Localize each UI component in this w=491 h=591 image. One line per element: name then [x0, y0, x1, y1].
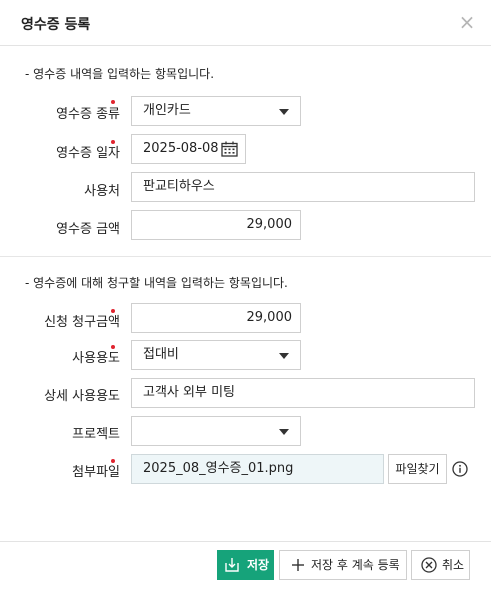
receipt-type-label: 영수증 종류 — [56, 107, 120, 122]
cancel-button-label: 취소 — [442, 558, 465, 572]
plus-icon — [292, 559, 304, 571]
attachment-label: 첨부파일 — [72, 465, 120, 480]
required-dot — [111, 140, 115, 144]
receipt-date-value: 2025-08-08 — [143, 141, 219, 156]
save-and-continue-label: 저장 후 계속 등록 — [311, 558, 400, 572]
required-dot — [111, 345, 115, 349]
close-icon[interactable]: × — [457, 12, 477, 32]
chevron-down-icon — [279, 353, 289, 359]
save-download-icon — [225, 558, 239, 572]
save-and-continue-button[interactable]: 저장 후 계속 등록 — [279, 550, 407, 580]
receipt-date-label: 영수증 일자 — [56, 146, 120, 161]
receipt-type-select[interactable]: 개인카드 — [131, 96, 301, 126]
calendar-icon[interactable] — [221, 141, 238, 157]
footer-divider — [0, 541, 491, 542]
save-button[interactable]: 저장 — [217, 550, 274, 580]
dialog-header: 영수증 등록 × — [0, 0, 491, 46]
merchant-label: 사용처 — [84, 184, 120, 199]
cancel-button[interactable]: 취소 — [411, 550, 470, 580]
usage-detail-label: 상세 사용용도 — [44, 389, 120, 404]
cancel-circle-icon — [421, 557, 437, 573]
dialog-title: 영수증 등록 — [21, 17, 91, 33]
merchant-input[interactable]: 판교티하우스 — [131, 172, 475, 202]
receipt-register-dialog: 영수증 등록 × - 영수증 내역을 입력하는 항목입니다. 영수증 종류 개인… — [0, 0, 491, 591]
chevron-down-icon — [279, 109, 289, 115]
chevron-down-icon — [279, 429, 289, 435]
section1-note: - 영수증 내역을 입력하는 항목입니다. — [25, 67, 215, 81]
claim-amount-input[interactable]: 29,000 — [131, 303, 301, 333]
required-dot — [111, 459, 115, 463]
section2-note: - 영수증에 대해 청구할 내역을 입력하는 항목입니다. — [25, 276, 288, 290]
required-dot — [111, 100, 115, 104]
project-select[interactable] — [131, 416, 301, 446]
claim-amount-label: 신청 청구금액 — [44, 315, 120, 330]
file-browse-button[interactable]: 파일찾기 — [388, 454, 447, 484]
receipt-type-value: 개인카드 — [143, 103, 191, 118]
info-icon[interactable] — [452, 461, 468, 477]
receipt-date-field[interactable]: 2025-08-08 — [131, 134, 246, 164]
project-label: 프로젝트 — [72, 427, 120, 442]
usage-select[interactable]: 접대비 — [131, 340, 301, 370]
save-button-label: 저장 — [247, 558, 270, 572]
section-divider — [0, 256, 491, 257]
attachment-filename-field[interactable]: 2025_08_영수증_01.png — [131, 454, 384, 484]
usage-label: 사용용도 — [72, 351, 120, 366]
amount-input[interactable]: 29,000 — [131, 210, 301, 240]
required-dot — [111, 309, 115, 313]
usage-detail-input[interactable]: 고객사 외부 미팅 — [131, 378, 475, 408]
usage-value: 접대비 — [143, 347, 179, 362]
amount-label: 영수증 금액 — [56, 222, 120, 237]
